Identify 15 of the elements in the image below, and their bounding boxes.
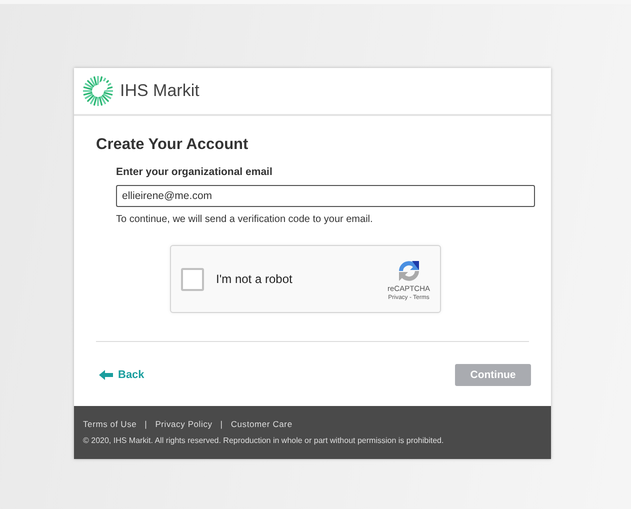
arrow-left-icon: [99, 370, 113, 380]
footer-link[interactable]: Privacy Policy: [155, 419, 212, 429]
separator: |: [220, 419, 223, 429]
separator: |: [144, 419, 148, 429]
page-title: Create Your Account: [96, 136, 250, 154]
footer-link[interactable]: Terms of Use: [83, 419, 137, 429]
brand-name: IHS Markit: [120, 81, 200, 101]
captcha-label: I'm not a robot: [216, 272, 294, 286]
email-field[interactable]: ellieirene@me.com: [116, 185, 535, 207]
info-text: To continue, we will send a verification code to your email.: [116, 214, 374, 225]
copyright-text: © 2020, IHS Markit. All rights reserved. Reproduction in whole or part without permission is prohibited.: [83, 436, 445, 445]
email-label: Enter your organizational email: [116, 166, 274, 178]
footer-link[interactable]: Customer Care: [230, 419, 292, 429]
logo-icon: [82, 75, 114, 107]
captcha-checkbox[interactable]: [181, 268, 204, 290]
